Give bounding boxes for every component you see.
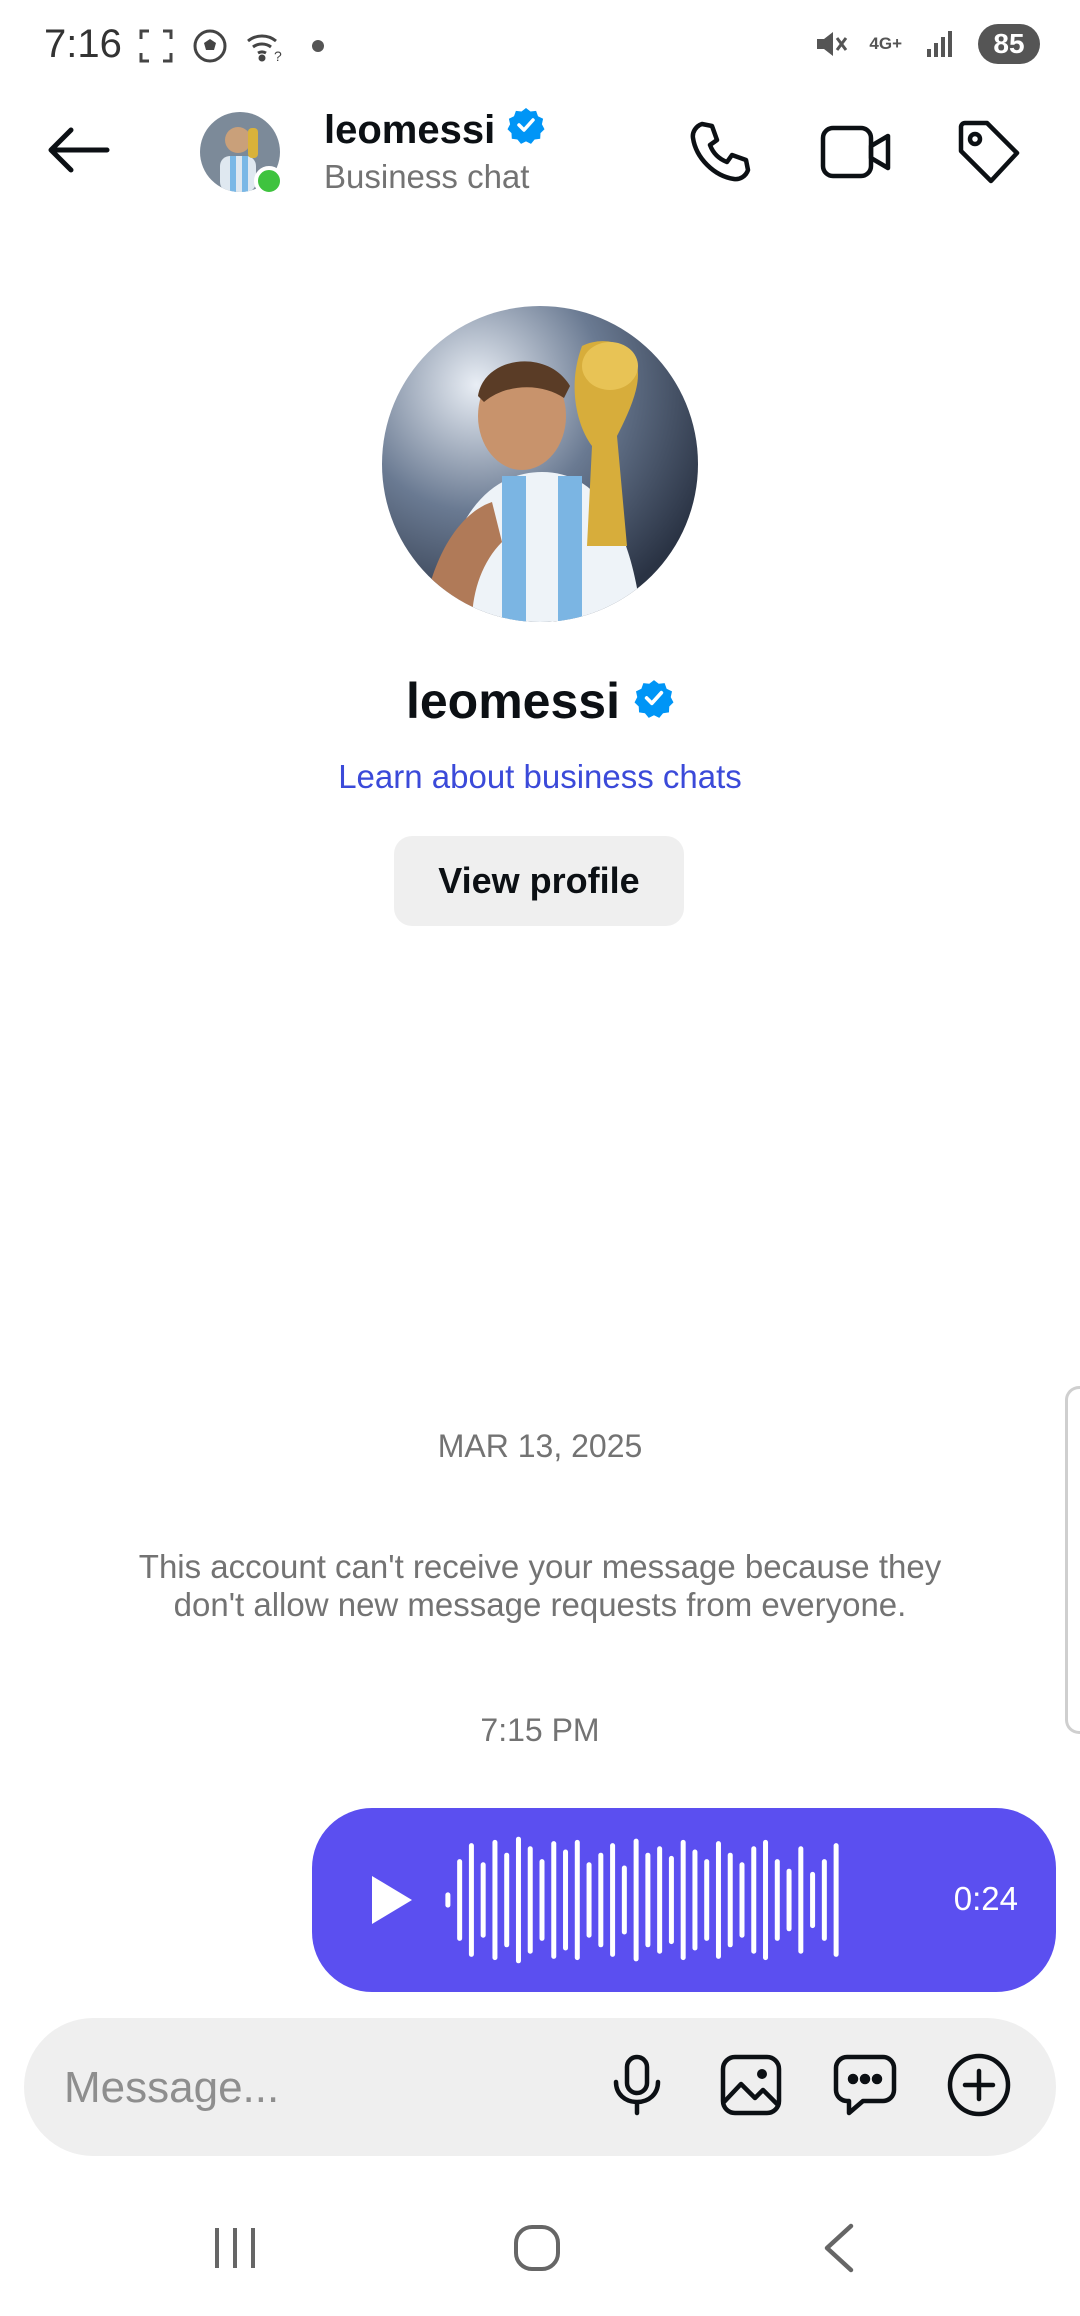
time-separator: 7:15 PM	[480, 1712, 600, 1748]
play-button[interactable]	[356, 1868, 420, 1932]
network-type: 4G+	[869, 34, 902, 53]
gallery-button[interactable]	[712, 2048, 790, 2126]
voice-record-button[interactable]	[598, 2048, 676, 2126]
call-button[interactable]	[682, 118, 758, 190]
phone-icon	[688, 120, 752, 189]
tag-icon	[955, 119, 1021, 190]
gallery-icon	[720, 2054, 782, 2121]
view-profile-button[interactable]: View profile	[394, 836, 684, 926]
label-button[interactable]	[950, 118, 1026, 190]
play-icon	[356, 1876, 420, 1936]
scroll-indicator[interactable]	[1065, 1386, 1080, 1734]
online-status-dot	[254, 166, 284, 196]
profile-avatar[interactable]	[382, 306, 698, 622]
recent-apps-icon	[211, 2226, 259, 2275]
signal-icon	[920, 24, 960, 64]
svg-text:?: ?	[274, 48, 282, 63]
home-button[interactable]	[492, 2210, 582, 2290]
header-username[interactable]: leomessi	[324, 106, 545, 154]
header-username-text: leomessi	[324, 107, 496, 152]
message-input[interactable]	[62, 2048, 586, 2128]
profile-username-text: leomessi	[405, 673, 620, 729]
video-camera-icon	[820, 122, 892, 187]
recent-apps-button[interactable]	[190, 2210, 280, 2290]
date-separator: MAR 13, 2025	[437, 1428, 643, 1464]
mute-icon	[811, 24, 851, 64]
learn-business-chats-link[interactable]: Learn about business chats	[0, 758, 1080, 796]
more-actions-button[interactable]	[940, 2048, 1018, 2126]
soccer-ball-icon	[190, 26, 230, 66]
notice-line-2: don't allow new message requests from ev…	[173, 1586, 907, 1623]
status-right-icons: 4G+ 85	[811, 24, 1040, 64]
add-icon	[947, 2053, 1011, 2122]
notification-dot-icon	[298, 26, 338, 66]
notice-line-1: This account can't receive your message …	[138, 1548, 942, 1585]
status-left-icons: ?	[136, 26, 338, 66]
profile-username: leomessi	[0, 672, 1080, 730]
audio-waveform	[445, 1836, 839, 1964]
header-subtitle: Business chat	[324, 158, 530, 195]
voice-duration: 0:24	[953, 1880, 1018, 1917]
verified-badge-icon	[507, 106, 545, 154]
back-button[interactable]	[40, 120, 116, 184]
voice-message-bubble[interactable]: 0:24	[312, 1808, 1056, 1992]
sticker-chat-icon	[833, 2054, 897, 2121]
status-time: 7:16	[44, 22, 122, 66]
microphone-icon	[610, 2054, 664, 2121]
wifi-icon: ?	[244, 26, 284, 66]
battery-indicator: 85	[978, 24, 1040, 64]
chevron-left-icon	[819, 2223, 859, 2278]
system-back-button[interactable]	[794, 2210, 884, 2290]
home-icon	[512, 2223, 562, 2278]
message-composer	[24, 2018, 1056, 2156]
video-call-button[interactable]	[818, 118, 894, 190]
sticker-button[interactable]	[826, 2048, 904, 2126]
message-restriction-notice: This account can't receive your message …	[90, 1548, 990, 1624]
back-arrow-icon	[45, 126, 111, 179]
screenshot-icon	[136, 26, 176, 66]
verified-badge-icon	[634, 672, 674, 730]
